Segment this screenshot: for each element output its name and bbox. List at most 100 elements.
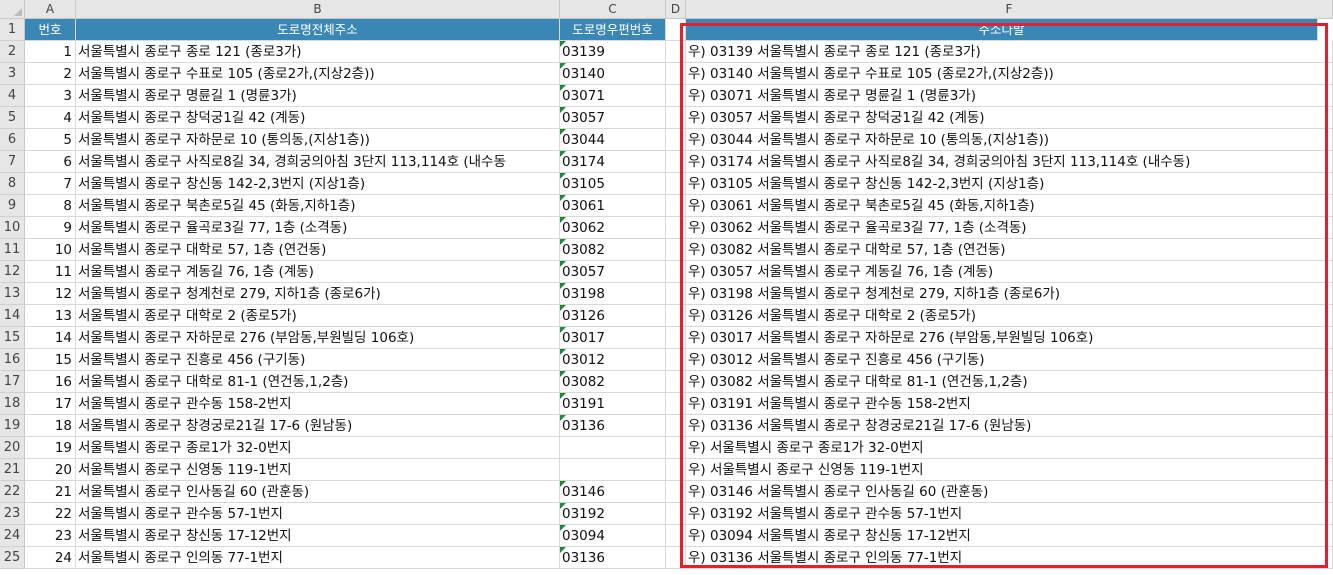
column-header-f[interactable]: F — [686, 0, 1333, 19]
cell-d[interactable] — [666, 239, 686, 261]
cell-address-bundle[interactable]: 우) 03061 서울특별시 종로구 북촌로5길 45 (화동,지하1층) — [686, 195, 1333, 217]
cell-address-bundle[interactable]: 우) 03146 서울특별시 종로구 인사동길 60 (관훈동) — [686, 481, 1333, 503]
cell-address-bundle[interactable]: 우) 03198 서울특별시 종로구 청계천로 279, 지하1층 (종로6가) — [686, 283, 1333, 305]
row-header-1[interactable]: 1 — [0, 19, 25, 41]
cell-number[interactable]: 4 — [25, 107, 76, 129]
cell-address-bundle[interactable]: 우) 03044 서울특별시 종로구 자하문로 10 (통의동,(지상1층)) — [686, 129, 1333, 151]
cell-address-bundle[interactable]: 우) 03105 서울특별시 종로구 창신동 142-2,3번지 (지상1층) — [686, 173, 1333, 195]
row-header[interactable]: 23 — [0, 503, 25, 525]
cell-number[interactable]: 19 — [25, 437, 76, 459]
cell-full-address[interactable]: 서울특별시 종로구 관수동 158-2번지 — [76, 393, 560, 415]
cell-postal-code[interactable]: 03061 — [560, 195, 666, 217]
row-header[interactable]: 19 — [0, 415, 25, 437]
cell-address-bundle[interactable]: 우) 03192 서울특별시 종로구 관수동 57-1번지 — [686, 503, 1333, 525]
cell-d[interactable] — [666, 415, 686, 437]
cell-full-address[interactable]: 서울특별시 종로구 관수동 57-1번지 — [76, 503, 560, 525]
cell-postal-code[interactable]: 03139 — [560, 41, 666, 63]
cell-d[interactable] — [666, 371, 686, 393]
cell-full-address[interactable]: 서울특별시 종로구 대학로 57, 1층 (연건동) — [76, 239, 560, 261]
row-header[interactable]: 11 — [0, 239, 25, 261]
cell-number[interactable]: 15 — [25, 349, 76, 371]
row-header[interactable]: 14 — [0, 305, 25, 327]
header-cell-postal-code[interactable]: 도로명우편번호 — [560, 19, 666, 41]
cell-d[interactable] — [666, 481, 686, 503]
cell-postal-code[interactable]: 03044 — [560, 129, 666, 151]
cell-address-bundle[interactable]: 우) 03136 서울특별시 종로구 인의동 77-1번지 — [686, 547, 1333, 569]
cell-full-address[interactable]: 서울특별시 종로구 청계천로 279, 지하1층 (종로6가) — [76, 283, 560, 305]
cell-full-address[interactable]: 서울특별시 종로구 종로1가 32-0번지 — [76, 437, 560, 459]
cell-address-bundle[interactable]: 우) 03174 서울특별시 종로구 사직로8길 34, 경희궁의아침 3단지 … — [686, 151, 1333, 173]
header-cell-d[interactable] — [666, 19, 686, 41]
cell-full-address[interactable]: 서울특별시 종로구 창신동 17-12번지 — [76, 525, 560, 547]
column-header-c[interactable]: C — [560, 0, 666, 19]
row-header[interactable]: 12 — [0, 261, 25, 283]
cell-d[interactable] — [666, 305, 686, 327]
header-cell-address-bundle[interactable]: 주소다발 — [686, 19, 1318, 41]
cell-number[interactable]: 14 — [25, 327, 76, 349]
cell-postal-code[interactable]: 03105 — [560, 173, 666, 195]
cell-address-bundle[interactable]: 우) 03082 서울특별시 종로구 대학로 81-1 (연건동,1,2층) — [686, 371, 1333, 393]
cell-number[interactable]: 3 — [25, 85, 76, 107]
cell-full-address[interactable]: 서울특별시 종로구 율곡로3길 77, 1층 (소격동) — [76, 217, 560, 239]
cell-postal-code[interactable]: 03140 — [560, 63, 666, 85]
cell-address-bundle[interactable]: 우) 03139 서울특별시 종로구 종로 121 (종로3가) — [686, 41, 1333, 63]
cell-d[interactable] — [666, 63, 686, 85]
cell-number[interactable]: 6 — [25, 151, 76, 173]
cell-full-address[interactable]: 서울특별시 종로구 인사동길 60 (관훈동) — [76, 481, 560, 503]
cell-full-address[interactable]: 서울특별시 종로구 진흥로 456 (구기동) — [76, 349, 560, 371]
cell-d[interactable] — [666, 503, 686, 525]
column-header-a[interactable]: A — [25, 0, 76, 19]
cell-postal-code[interactable]: 03071 — [560, 85, 666, 107]
cell-d[interactable] — [666, 107, 686, 129]
row-header[interactable]: 2 — [0, 41, 25, 63]
cell-number[interactable]: 21 — [25, 481, 76, 503]
cell-number[interactable]: 8 — [25, 195, 76, 217]
cell-address-bundle[interactable]: 우) 03126 서울특별시 종로구 대학로 2 (종로5가) — [686, 305, 1333, 327]
cell-d[interactable] — [666, 129, 686, 151]
cell-d[interactable] — [666, 41, 686, 63]
cell-d[interactable] — [666, 547, 686, 569]
cell-address-bundle[interactable]: 우) 03071 서울특별시 종로구 명륜길 1 (명륜3가) — [686, 85, 1333, 107]
column-header-b[interactable]: B — [76, 0, 560, 19]
cell-postal-code[interactable]: 03198 — [560, 283, 666, 305]
row-header[interactable]: 20 — [0, 437, 25, 459]
row-header[interactable]: 16 — [0, 349, 25, 371]
cell-postal-code[interactable]: 03012 — [560, 349, 666, 371]
row-header[interactable]: 22 — [0, 481, 25, 503]
cell-number[interactable]: 16 — [25, 371, 76, 393]
cell-number[interactable]: 1 — [25, 41, 76, 63]
cell-full-address[interactable]: 서울특별시 종로구 창신동 142-2,3번지 (지상1층) — [76, 173, 560, 195]
cell-d[interactable] — [666, 525, 686, 547]
cell-full-address[interactable]: 서울특별시 종로구 사직로8길 34, 경희궁의아침 3단지 113,114호 … — [76, 151, 560, 173]
cell-postal-code[interactable]: 03082 — [560, 239, 666, 261]
cell-number[interactable]: 2 — [25, 63, 76, 85]
cell-number[interactable]: 23 — [25, 525, 76, 547]
cell-number[interactable]: 11 — [25, 261, 76, 283]
cell-address-bundle[interactable]: 우) 03082 서울특별시 종로구 대학로 57, 1층 (연건동) — [686, 239, 1333, 261]
cell-d[interactable] — [666, 459, 686, 481]
cell-postal-code[interactable]: 03062 — [560, 217, 666, 239]
cell-d[interactable] — [666, 261, 686, 283]
cell-postal-code[interactable]: 03191 — [560, 393, 666, 415]
cell-address-bundle[interactable]: 우) 03136 서울특별시 종로구 창경궁로21길 17-6 (원남동) — [686, 415, 1333, 437]
cell-full-address[interactable]: 서울특별시 종로구 명륜길 1 (명륜3가) — [76, 85, 560, 107]
cell-full-address[interactable]: 서울특별시 종로구 인의동 77-1번지 — [76, 547, 560, 569]
cell-address-bundle[interactable]: 우) 03140 서울특별시 종로구 수표로 105 (종로2가,(지상2층)) — [686, 63, 1333, 85]
cell-d[interactable] — [666, 437, 686, 459]
row-header[interactable]: 21 — [0, 459, 25, 481]
cell-full-address[interactable]: 서울특별시 종로구 수표로 105 (종로2가,(지상2층)) — [76, 63, 560, 85]
cell-address-bundle[interactable]: 우) 03012 서울특별시 종로구 진흥로 456 (구기동) — [686, 349, 1333, 371]
column-header-d[interactable]: D — [666, 0, 686, 19]
cell-d[interactable] — [666, 195, 686, 217]
header-cell-number[interactable]: 번호 — [25, 19, 76, 41]
cell-d[interactable] — [666, 349, 686, 371]
row-header[interactable]: 3 — [0, 63, 25, 85]
row-header[interactable]: 15 — [0, 327, 25, 349]
cell-address-bundle[interactable]: 우) 서울특별시 종로구 종로1가 32-0번지 — [686, 437, 1333, 459]
cell-number[interactable]: 22 — [25, 503, 76, 525]
cell-postal-code[interactable]: 03057 — [560, 261, 666, 283]
cell-postal-code[interactable]: 03136 — [560, 547, 666, 569]
cell-number[interactable]: 5 — [25, 129, 76, 151]
cell-postal-code[interactable] — [560, 459, 666, 481]
cell-postal-code[interactable]: 03192 — [560, 503, 666, 525]
